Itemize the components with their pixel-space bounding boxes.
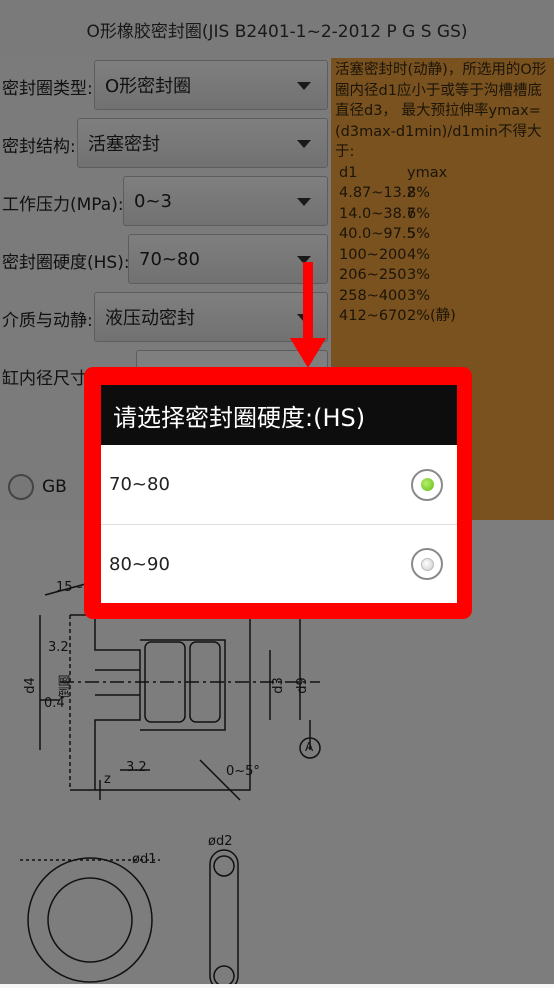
option-label: 70~80 (109, 474, 170, 495)
dialog-option-80-90[interactable]: 80~90 (101, 524, 457, 603)
dialog-title: 请选择密封圈硬度:(HS) (101, 385, 457, 445)
option-label: 80~90 (109, 553, 170, 575)
dialog-title-text: 请选择密封圈硬度:(HS) (113, 403, 366, 432)
radio-selected-icon[interactable] (411, 468, 443, 501)
dialog-option-70-80[interactable]: 70~80 (101, 445, 457, 524)
hardness-dialog: 请选择密封圈硬度:(HS) 70~80 80~90 (101, 385, 457, 603)
radio-unselected-icon[interactable] (411, 548, 443, 580)
